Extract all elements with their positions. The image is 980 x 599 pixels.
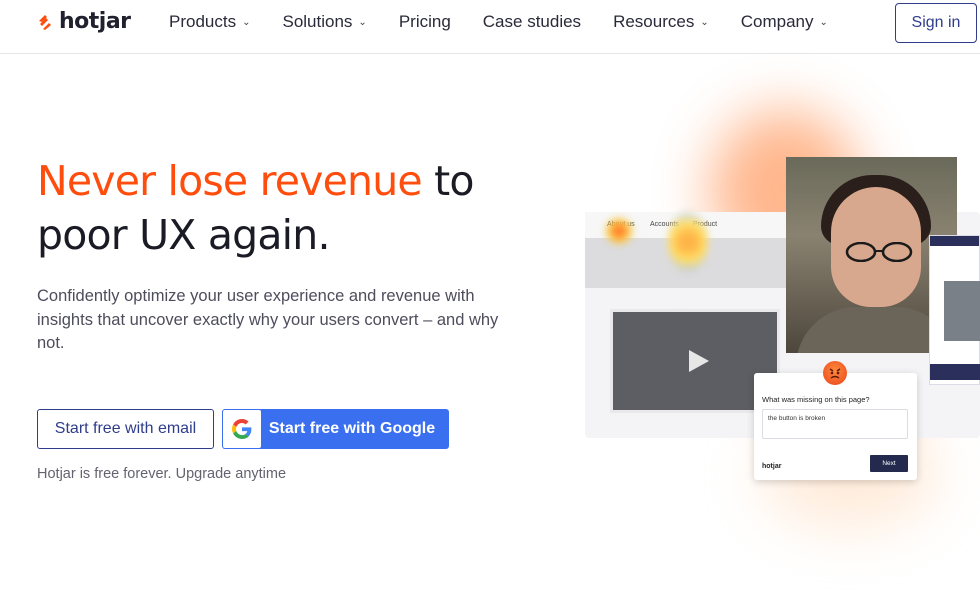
chevron-down-icon: ⌄	[242, 16, 251, 28]
survey-question: What was missing on this page?	[762, 395, 870, 404]
start-free-google-button[interactable]: Start free with Google	[222, 409, 449, 449]
main-menu: Products ⌄ Solutions ⌄ Pricing Case stud…	[169, 0, 860, 44]
recording-card-image	[944, 281, 980, 341]
hero-subheadline: Confidently optimize your user experienc…	[37, 287, 499, 352]
survey-widget: What was missing on this page? the butto…	[754, 373, 917, 480]
google-button-label: Start free with Google	[268, 420, 436, 437]
hero-illustration: About us Accounts Product What was missi…	[560, 90, 980, 550]
hotjar-logo[interactable]: hotjar	[37, 9, 131, 34]
survey-brand: hotjar	[762, 463, 782, 470]
nav-products-label: Products	[169, 12, 237, 31]
nav-case-studies-label: Case studies	[482, 12, 582, 31]
free-forever-note: Hotjar is free forever. Upgrade anytime	[37, 466, 287, 482]
recording-card-header	[930, 236, 979, 246]
nav-solutions[interactable]: Solutions ⌄	[282, 12, 366, 32]
heatmap-spot	[605, 218, 633, 244]
chevron-down-icon: ⌄	[358, 16, 367, 28]
nav-company-label: Company	[740, 12, 814, 31]
nav-solutions-label: Solutions	[282, 12, 353, 31]
recording-card	[929, 235, 980, 385]
nav-company[interactable]: Company ⌄	[741, 12, 828, 32]
headline-accent: Never lose revenue	[37, 157, 423, 205]
nav-resources-label: Resources	[613, 12, 695, 31]
nav-resources[interactable]: Resources ⌄	[613, 12, 709, 32]
survey-next-button: Next	[870, 455, 908, 472]
angry-face-icon	[823, 361, 847, 385]
play-icon	[689, 350, 709, 372]
nav-pricing[interactable]: Pricing	[399, 12, 451, 32]
hotjar-flame-icon	[37, 12, 53, 32]
brand-name: hotjar	[59, 9, 131, 34]
survey-answer-field: the button is broken	[762, 409, 908, 439]
hero-headline: Never lose revenue to poor UX again.	[37, 154, 557, 262]
glasses-icon	[845, 242, 913, 262]
top-navigation: hotjar Products ⌄ Solutions ⌄ Pricing Ca…	[0, 0, 980, 54]
nav-products[interactable]: Products ⌄	[169, 12, 250, 32]
heatmap-spot	[668, 212, 708, 272]
google-logo-icon	[223, 410, 261, 448]
sign-in-button[interactable]: Sign in	[895, 3, 977, 43]
nav-case-studies[interactable]: Case studies	[483, 12, 581, 32]
nav-pricing-label: Pricing	[398, 12, 451, 31]
chevron-down-icon: ⌄	[819, 16, 828, 28]
recording-controls	[930, 364, 980, 380]
start-free-email-button[interactable]: Start free with email	[37, 409, 214, 449]
chevron-down-icon: ⌄	[700, 16, 709, 28]
